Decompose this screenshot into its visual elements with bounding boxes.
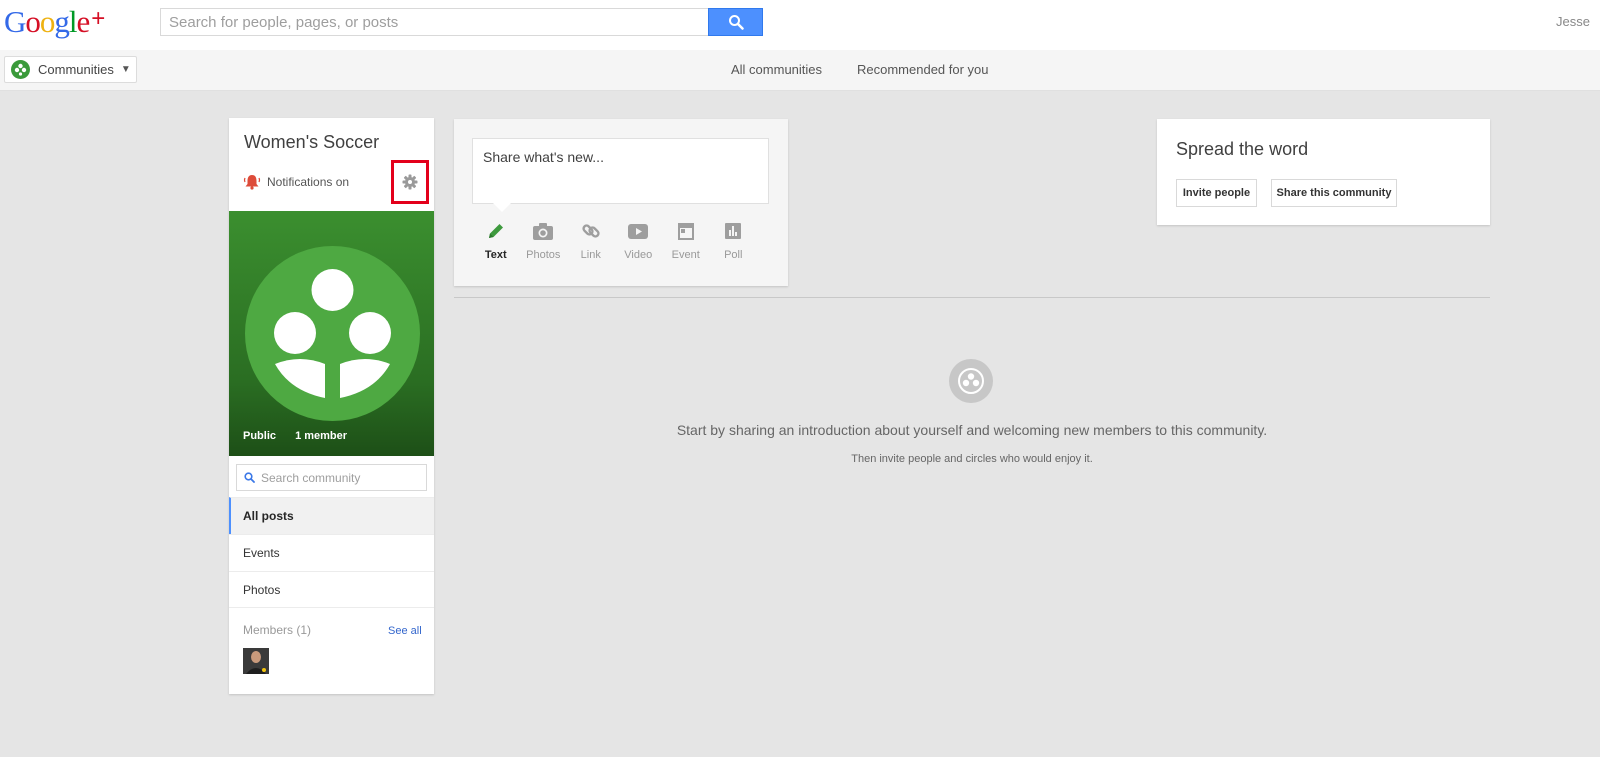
- gear-icon: [402, 174, 418, 190]
- stream-divider: [454, 297, 1490, 298]
- share-photos-button[interactable]: Photos: [520, 221, 568, 261]
- search-button[interactable]: [708, 8, 763, 36]
- share-link-button[interactable]: Link: [567, 221, 615, 261]
- nav-photos[interactable]: Photos: [229, 571, 434, 608]
- community-sidebar: Women's Soccer Notifications on Public 1…: [229, 118, 434, 694]
- share-text-button[interactable]: Text: [472, 221, 520, 261]
- spread-the-word-card: Spread the word Invite people Share this…: [1157, 119, 1490, 225]
- logo-letter-o1: o: [25, 4, 40, 39]
- empty-state-hint: Then invite people and circles who would…: [851, 453, 1093, 465]
- notifications-status[interactable]: Notifications on: [243, 174, 349, 190]
- community-title: Women's Soccer: [244, 132, 380, 152]
- share-text-label: Text: [484, 249, 507, 261]
- visibility-label: Public: [243, 430, 277, 442]
- all-communities-link[interactable]: All communities: [731, 62, 822, 77]
- poll-icon: [725, 223, 742, 239]
- members-label: Members (1): [243, 623, 312, 637]
- search-icon: [728, 15, 744, 30]
- logo-letter-e: e: [76, 4, 91, 39]
- community-logo: [245, 246, 420, 421]
- nav-all-posts[interactable]: All posts: [229, 497, 434, 534]
- member-count: 1 member: [295, 430, 348, 442]
- share-event-button[interactable]: Event: [662, 221, 710, 261]
- share-box: Share what's new... Text Photos Link Vid…: [454, 119, 788, 286]
- spread-title: Spread the word: [1176, 139, 1309, 159]
- logo-letter-l: l: [68, 4, 78, 39]
- user-name[interactable]: Jesse: [1556, 14, 1590, 29]
- share-actions: Text Photos Link Video Event Poll: [472, 221, 757, 261]
- settings-gear-button[interactable]: [391, 160, 429, 204]
- share-event-label: Event: [671, 249, 700, 261]
- recommended-link[interactable]: Recommended for you: [857, 62, 989, 77]
- video-icon: [628, 224, 649, 239]
- share-photos-label: Photos: [526, 249, 561, 261]
- camera-icon: [533, 223, 554, 240]
- share-link-label: Link: [580, 249, 601, 261]
- share-input[interactable]: Share what's new...: [472, 138, 769, 212]
- search-icon: [244, 472, 255, 483]
- community-cover-image: Public 1 member: [229, 211, 434, 456]
- share-poll-label: Poll: [724, 249, 743, 261]
- empty-community-icon: [949, 359, 993, 403]
- community-search-input[interactable]: [261, 470, 421, 485]
- top-bar: Google+ Jesse: [0, 0, 1600, 50]
- chevron-down-icon: ▼: [120, 64, 131, 75]
- share-video-label: Video: [624, 249, 653, 261]
- logo-letter-g2: g: [54, 4, 69, 39]
- search-input[interactable]: [160, 8, 708, 36]
- logo-letter-o2: o: [39, 4, 55, 39]
- community-info: Public 1 member: [243, 430, 363, 442]
- logo-plus: +: [91, 5, 105, 32]
- community-search: [236, 464, 427, 491]
- nav-events[interactable]: Events: [229, 534, 434, 571]
- logo-letter-g: G: [4, 4, 26, 39]
- event-icon: [677, 223, 694, 240]
- member-avatar[interactable]: [243, 648, 269, 674]
- invite-people-button[interactable]: Invite people: [1176, 179, 1257, 207]
- communities-label: Communities: [38, 62, 114, 77]
- global-search: [160, 8, 763, 36]
- notifications-label: Notifications on: [267, 175, 350, 189]
- pencil-icon: [488, 224, 503, 238]
- communities-dropdown[interactable]: Communities ▼: [4, 56, 137, 83]
- sub-navigation: Communities ▼ All communities Recommende…: [0, 50, 1600, 91]
- share-poll-button[interactable]: Poll: [710, 221, 758, 261]
- bell-icon: [243, 175, 261, 190]
- google-plus-logo[interactable]: Google+: [4, 4, 105, 43]
- empty-state-message: Start by sharing an introduction about y…: [676, 422, 1268, 438]
- link-icon: [582, 224, 600, 238]
- share-community-button[interactable]: Share this community: [1271, 179, 1397, 207]
- see-all-members-link[interactable]: See all: [388, 625, 422, 637]
- share-video-button[interactable]: Video: [615, 221, 663, 261]
- communities-icon: [11, 60, 30, 79]
